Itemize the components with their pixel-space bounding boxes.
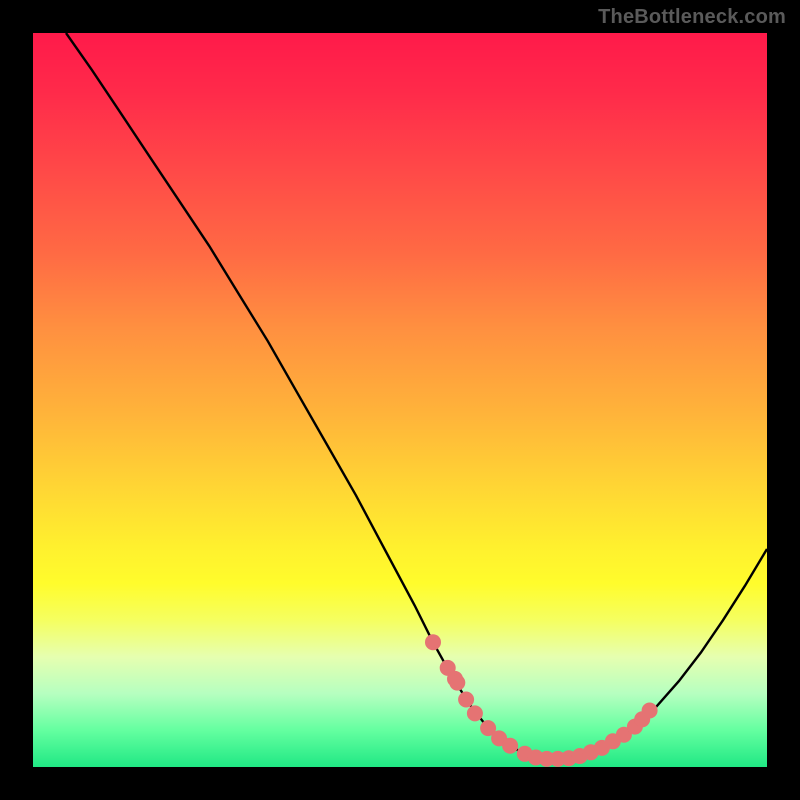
curve-svg [33,33,767,767]
bottleneck-curve [66,33,767,759]
highlight-dot [449,675,465,691]
watermark-text: TheBottleneck.com [598,6,786,29]
highlight-dot [642,703,658,719]
highlight-dot [425,634,441,650]
highlight-dot [467,705,483,721]
highlight-dot [458,692,474,708]
highlight-dots [425,634,658,767]
plot-area [33,33,767,767]
highlight-dot [502,738,518,754]
chart-frame: TheBottleneck.com [0,0,800,800]
